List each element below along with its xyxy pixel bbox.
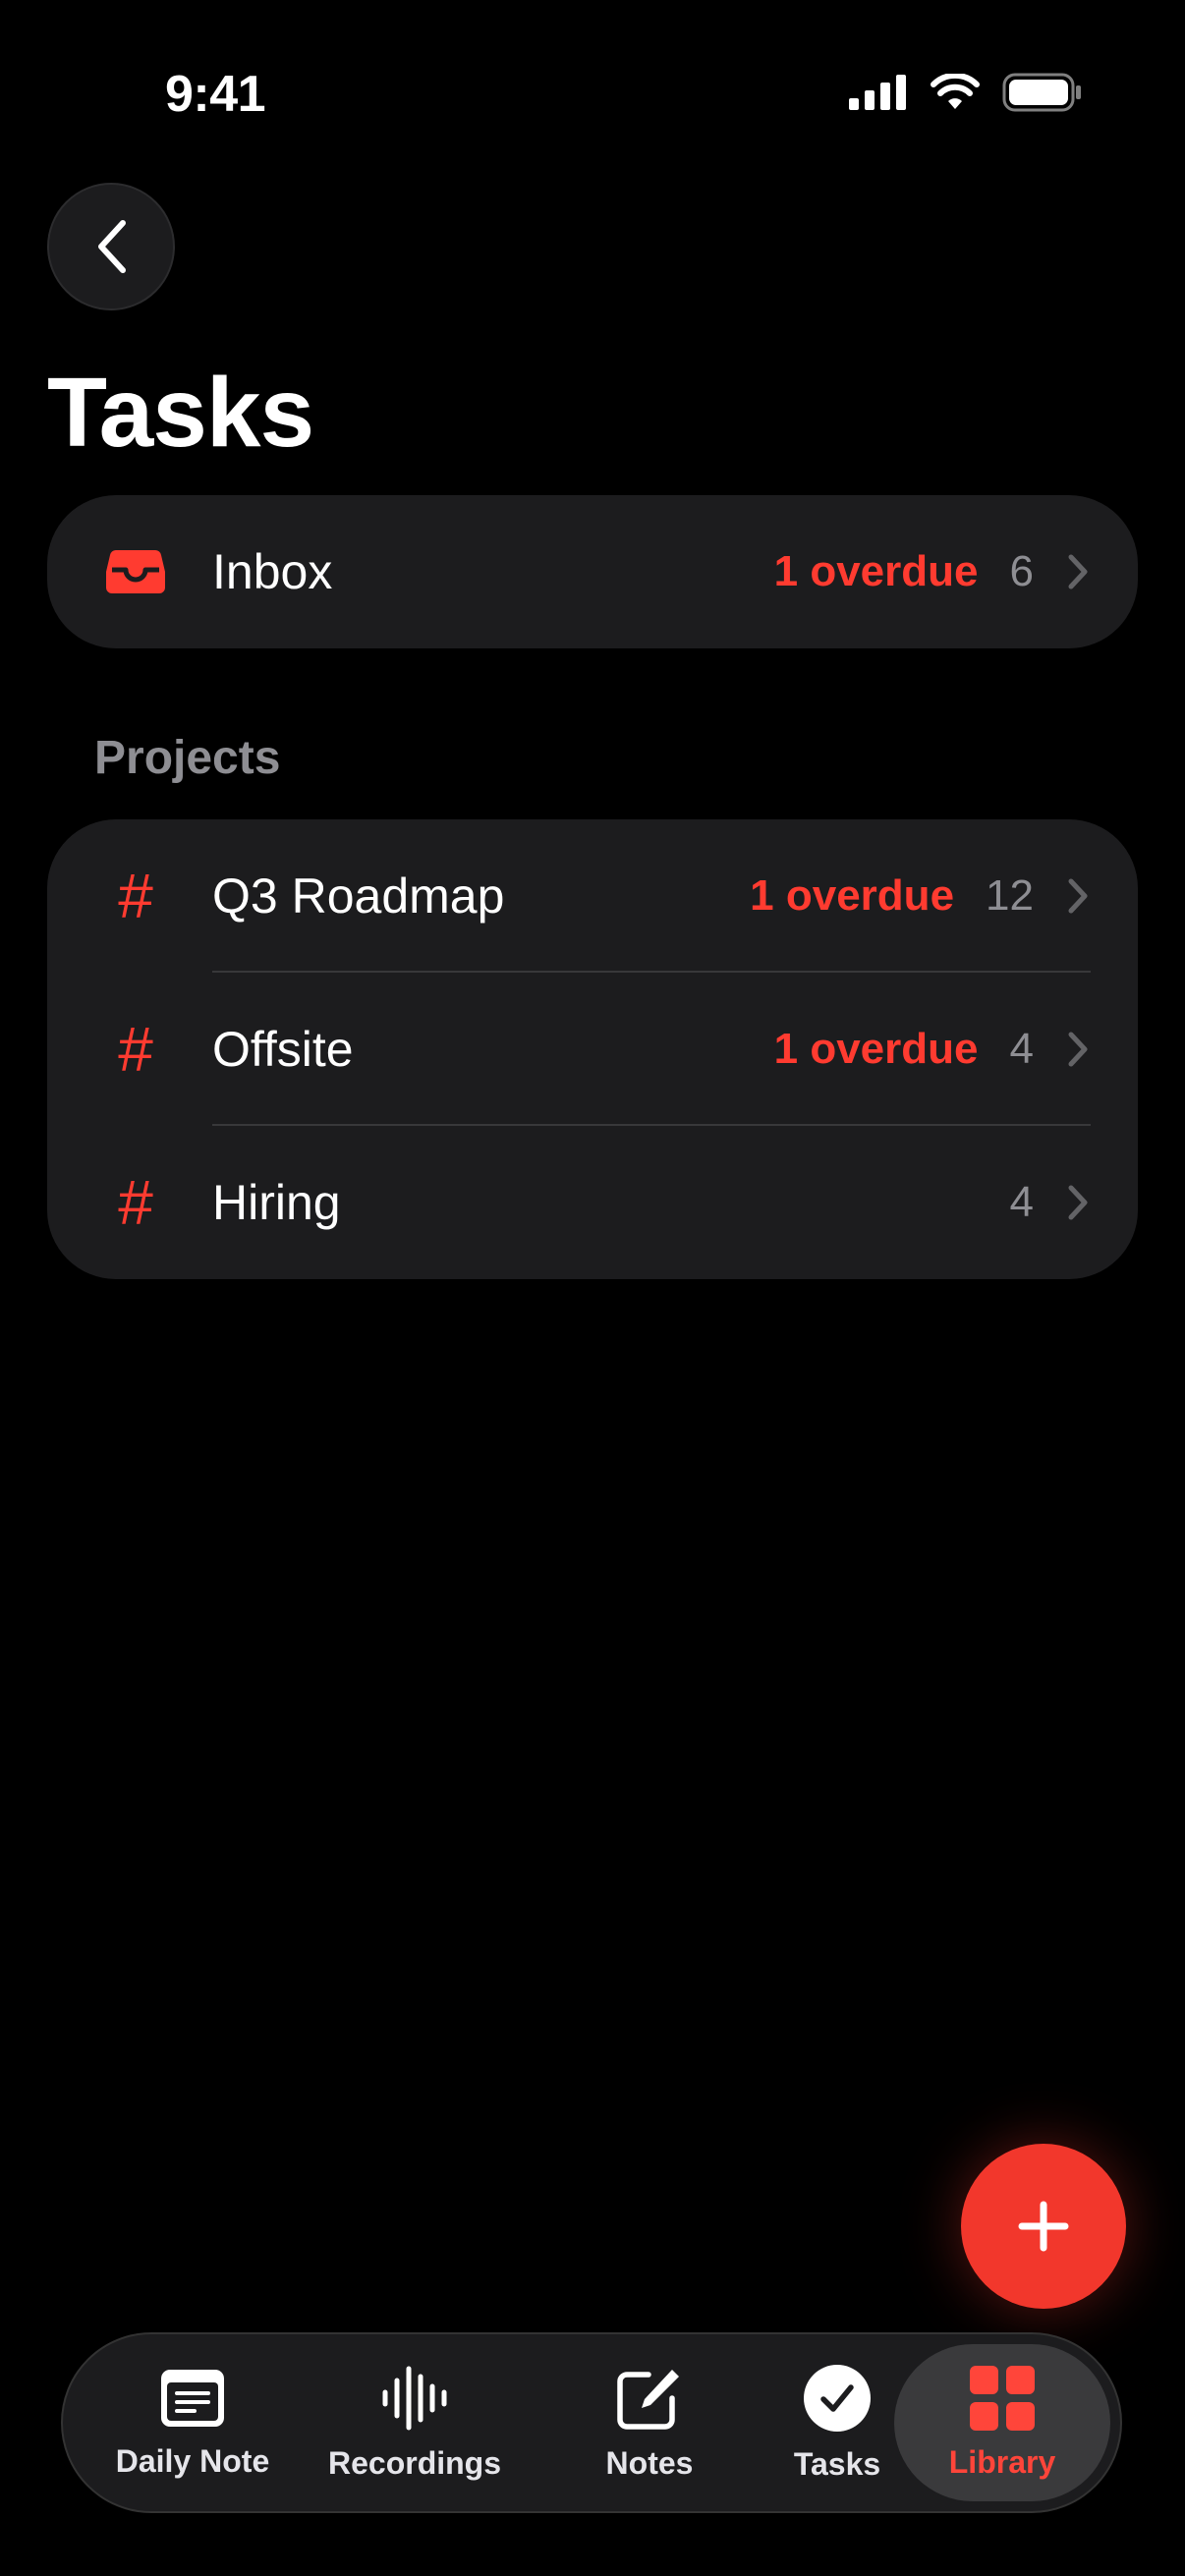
plus-icon — [1018, 2201, 1069, 2252]
project-row-offsite[interactable]: # Offsite 1 overdue 4 — [47, 973, 1138, 1126]
tab-tasks[interactable]: Tasks — [759, 2334, 916, 2511]
overdue-badge: 1 overdue — [773, 547, 979, 595]
tab-label: Recordings — [327, 2444, 502, 2481]
hashtag-icon: # — [118, 1014, 153, 1085]
status-bar: 9:41 — [0, 0, 1185, 196]
tab-library[interactable]: Library — [894, 2344, 1110, 2501]
project-row-hiring[interactable]: # Hiring 4 — [47, 1126, 1138, 1279]
task-count: 12 — [986, 871, 1034, 920]
add-task-button[interactable] — [961, 2144, 1126, 2309]
battery-icon — [1002, 73, 1081, 112]
tab-label: Library — [948, 2443, 1056, 2480]
hashtag-icon: # — [118, 1167, 153, 1238]
tab-bar: Daily Note Recordings Notes Tasks Librar… — [61, 2332, 1122, 2513]
tab-recordings[interactable]: Recordings — [326, 2334, 503, 2511]
hashtag-icon: # — [118, 861, 153, 931]
project-row-q3-roadmap[interactable]: # Q3 Roadmap 1 overdue 12 — [47, 819, 1138, 973]
inbox-row[interactable]: Inbox 1 overdue 6 — [47, 495, 1138, 648]
task-count: 4 — [1009, 1178, 1034, 1226]
status-icons — [849, 73, 1083, 112]
inbox-icon — [106, 495, 165, 648]
inbox-label: Inbox — [212, 544, 333, 599]
task-count: 6 — [1009, 547, 1034, 595]
task-count: 4 — [1009, 1025, 1034, 1073]
chevron-left-icon — [98, 220, 126, 273]
tab-label: Notes — [605, 2444, 694, 2481]
project-name: Offsite — [212, 1022, 354, 1077]
tab-daily-note[interactable]: Daily Note — [96, 2334, 289, 2511]
project-name: Q3 Roadmap — [212, 868, 505, 924]
chevron-right-icon — [1068, 1185, 1088, 1220]
projects-card: # Q3 Roadmap 1 overdue 12 # Offsite 1 ov… — [47, 819, 1138, 1279]
chevron-right-icon — [1068, 878, 1088, 914]
status-time: 9:41 — [165, 66, 266, 123]
project-name: Hiring — [212, 1175, 341, 1230]
inbox-card: Inbox 1 overdue 6 — [47, 495, 1138, 648]
tab-notes[interactable]: Notes — [574, 2334, 725, 2511]
back-button[interactable] — [47, 183, 175, 310]
tab-label: Daily Note — [115, 2442, 270, 2479]
chevron-right-icon — [1068, 554, 1088, 589]
grid-icon — [970, 2365, 1035, 2431]
daily-note-icon — [161, 2369, 224, 2427]
overdue-badge: 1 overdue — [750, 871, 955, 920]
waveform-icon — [382, 2366, 447, 2430]
cellular-signal-icon — [849, 75, 906, 110]
checkmark-circle-icon — [804, 2364, 871, 2432]
chevron-right-icon — [1068, 1032, 1088, 1067]
page-title: Tasks — [47, 358, 314, 468]
tab-label: Tasks — [793, 2445, 881, 2482]
wifi-icon — [931, 74, 980, 109]
projects-section-title: Projects — [94, 732, 281, 784]
compose-icon — [617, 2369, 679, 2430]
overdue-badge: 1 overdue — [773, 1025, 979, 1073]
